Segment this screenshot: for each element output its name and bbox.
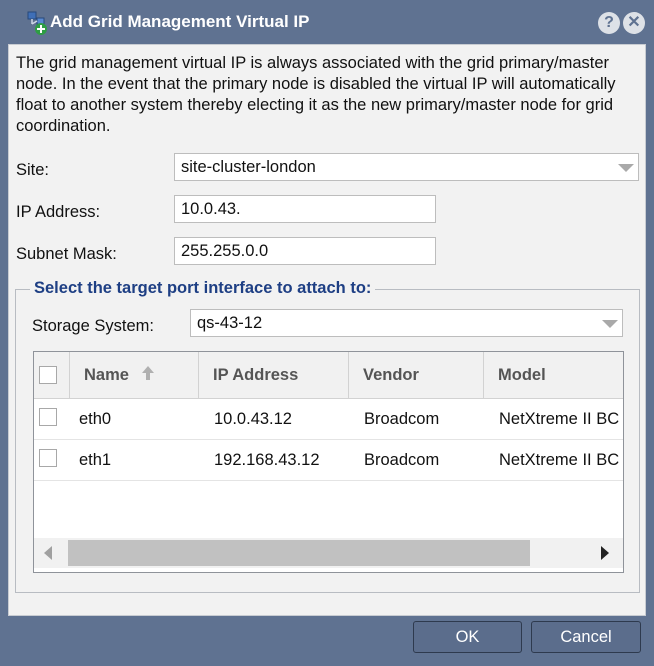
select-all-checkbox[interactable] <box>39 366 57 384</box>
port-interface-grid: Name IP Address Vendor Model eth0 10.0.4… <box>33 351 624 573</box>
column-header-name-label: Name <box>84 366 129 384</box>
port-interface-legend: Select the target port interface to atta… <box>30 279 376 298</box>
storage-system-label: Storage System: <box>32 317 154 335</box>
row-name: eth1 <box>79 451 112 469</box>
scroll-right-icon[interactable] <box>601 546 609 560</box>
scroll-left-icon[interactable] <box>44 546 52 560</box>
chevron-down-icon[interactable] <box>612 154 638 180</box>
row-model: NetXtreme II BC <box>499 451 620 469</box>
storage-system-value: qs-43-12 <box>197 314 263 332</box>
column-header-ip[interactable]: IP Address <box>199 352 349 398</box>
dialog-titlebar[interactable]: Add Grid Management Virtual IP ? ✕ <box>0 0 654 44</box>
close-icon[interactable]: ✕ <box>623 12 645 34</box>
site-label: Site: <box>16 161 50 179</box>
row-ip: 10.0.43.12 <box>214 410 292 428</box>
column-header-vendor[interactable]: Vendor <box>349 352 484 398</box>
storage-system-combobox[interactable]: qs-43-12 <box>190 309 623 337</box>
cancel-button[interactable]: Cancel <box>531 621 641 653</box>
row-checkbox[interactable] <box>39 408 57 426</box>
subnet-mask-label: Subnet Mask: <box>16 245 117 263</box>
column-header-model[interactable]: Model <box>484 352 623 398</box>
site-value: site-cluster-london <box>181 158 316 176</box>
table-row[interactable]: eth1 192.168.43.12 Broadcom NetXtreme II… <box>34 440 623 481</box>
sort-ascending-icon <box>141 353 154 399</box>
network-add-icon <box>26 10 50 36</box>
ip-address-input[interactable]: 10.0.43. <box>174 195 436 223</box>
row-vendor: Broadcom <box>364 451 440 469</box>
chevron-down-icon[interactable] <box>596 310 622 336</box>
dialog-title: Add Grid Management Virtual IP <box>50 12 310 31</box>
select-all-cell <box>34 352 70 398</box>
horizontal-scrollbar[interactable] <box>34 538 623 568</box>
row-model: NetXtreme II BC <box>499 410 620 428</box>
row-ip: 192.168.43.12 <box>214 451 320 469</box>
help-icon[interactable]: ? <box>598 12 620 34</box>
dialog-body: The grid management virtual IP is always… <box>8 44 646 616</box>
scrollbar-thumb[interactable] <box>68 540 530 566</box>
subnet-mask-input[interactable]: 255.255.0.0 <box>174 237 436 265</box>
add-virtual-ip-dialog: Add Grid Management Virtual IP ? ✕ The g… <box>0 0 654 666</box>
ok-button[interactable]: OK <box>413 621 522 653</box>
row-checkbox[interactable] <box>39 449 57 467</box>
site-combobox[interactable]: site-cluster-london <box>174 153 639 181</box>
row-name: eth0 <box>79 410 112 428</box>
dialog-description: The grid management virtual IP is always… <box>16 54 616 135</box>
table-row[interactable]: eth0 10.0.43.12 Broadcom NetXtreme II BC <box>34 399 623 440</box>
row-vendor: Broadcom <box>364 410 440 428</box>
grid-header: Name IP Address Vendor Model <box>34 352 623 399</box>
column-header-name[interactable]: Name <box>70 352 199 398</box>
dialog-footer: OK Cancel <box>0 616 654 666</box>
ip-address-label: IP Address: <box>16 203 101 221</box>
